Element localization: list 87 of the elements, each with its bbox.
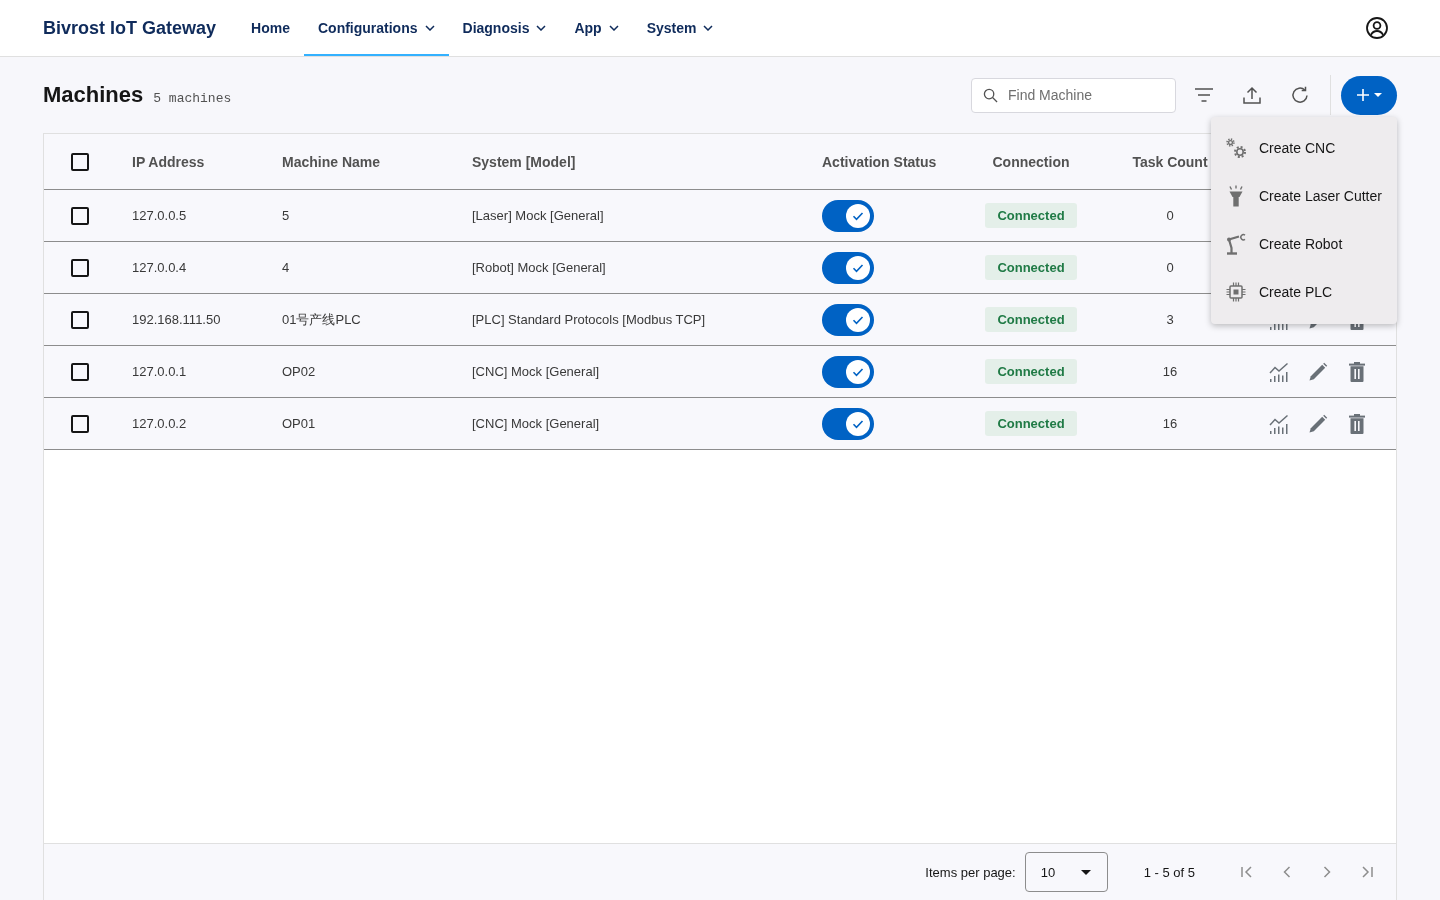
task-count: 16 xyxy=(1162,364,1178,379)
pencil-icon[interactable] xyxy=(1308,413,1328,434)
last-page-icon[interactable] xyxy=(1360,865,1374,879)
task-count: 0 xyxy=(1166,208,1174,223)
activation-toggle[interactable] xyxy=(822,355,874,388)
status-badge: Connected xyxy=(985,203,1077,228)
system-model: [Laser] Mock [General] xyxy=(472,208,604,223)
machine-name: 01号产线PLC xyxy=(282,310,361,329)
nav-tab[interactable]: Diagnosis xyxy=(448,0,561,56)
plus-icon xyxy=(1356,89,1369,101)
add-button[interactable] xyxy=(1341,75,1397,115)
menu-item[interactable]: Create Robot xyxy=(1211,219,1397,268)
nav-tab[interactable]: Configurations xyxy=(303,0,449,56)
trash-icon[interactable] xyxy=(1349,413,1365,434)
search-icon xyxy=(983,87,998,103)
column-header: Connection xyxy=(992,153,1070,170)
check-icon xyxy=(846,307,870,332)
chevron-down-icon xyxy=(608,25,619,31)
chevron-down-icon xyxy=(424,25,435,31)
ip-address: 127.0.0.5 xyxy=(132,208,187,223)
chip-icon xyxy=(1225,280,1247,303)
search-field[interactable]: Find Machine xyxy=(971,77,1176,113)
ip-address: 192.168.111.50 xyxy=(132,312,221,327)
trash-icon[interactable] xyxy=(1349,361,1365,382)
page-title: Machines xyxy=(43,82,144,108)
machine-name: 5 xyxy=(282,208,290,223)
first-page-icon[interactable] xyxy=(1240,865,1254,879)
nav-tab[interactable]: System xyxy=(632,0,728,56)
activation-toggle[interactable] xyxy=(822,251,874,284)
status-badge: Connected xyxy=(985,307,1077,332)
activation-toggle[interactable] xyxy=(822,407,874,440)
column-header: Task Count xyxy=(1132,153,1208,170)
column-header: Machine Name xyxy=(282,153,381,170)
ip-address: 127.0.0.4 xyxy=(132,260,187,275)
filter-icon[interactable] xyxy=(1194,88,1214,102)
robot-arm-icon xyxy=(1225,232,1247,255)
machine-name: OP02 xyxy=(282,364,316,379)
task-count: 16 xyxy=(1162,416,1178,431)
check-icon xyxy=(846,255,870,280)
menu-item[interactable]: Create PLC xyxy=(1211,267,1397,316)
machine-name: 4 xyxy=(282,260,290,275)
system-model: [Robot] Mock [General] xyxy=(472,260,606,275)
row-checkbox[interactable] xyxy=(71,414,89,433)
nav-tab[interactable]: App xyxy=(560,0,633,56)
activation-toggle[interactable] xyxy=(822,199,874,232)
system-model: [CNC] Mock [General] xyxy=(472,364,600,379)
upload-icon[interactable] xyxy=(1243,86,1261,104)
menu-item[interactable]: Create CNC xyxy=(1211,123,1397,172)
ip-address: 127.0.0.2 xyxy=(132,416,187,431)
row-checkbox[interactable] xyxy=(71,206,89,225)
status-badge: Connected xyxy=(985,359,1077,384)
machine-count: 5 machines xyxy=(153,90,232,106)
ip-address: 127.0.0.1 xyxy=(132,364,187,379)
check-icon xyxy=(846,359,870,384)
machine-name: OP01 xyxy=(282,416,316,431)
task-count: 0 xyxy=(1166,260,1174,275)
status-badge: Connected xyxy=(985,411,1077,436)
nav-tab[interactable]: Home xyxy=(237,0,304,56)
column-header: System [Model] xyxy=(472,153,576,170)
menu-item[interactable]: Create Laser Cutter xyxy=(1211,171,1397,220)
row-checkbox[interactable] xyxy=(71,258,89,277)
chevron-down-icon xyxy=(536,25,547,31)
check-icon xyxy=(846,203,870,228)
select-all-checkbox[interactable] xyxy=(71,152,89,171)
check-icon xyxy=(846,411,870,436)
line-chart-icon[interactable] xyxy=(1269,413,1289,434)
page-size-select[interactable]: 10 xyxy=(1024,852,1108,892)
system-model: [PLC] Standard Protocols [Modbus TCP] xyxy=(472,312,706,327)
column-header: IP Address xyxy=(132,153,205,170)
activation-toggle[interactable] xyxy=(822,303,874,336)
status-badge: Connected xyxy=(985,255,1077,280)
user-icon[interactable] xyxy=(1366,17,1388,39)
column-header: Activation Status xyxy=(822,153,937,170)
items-per-page-label: Items per page: xyxy=(925,864,1016,880)
app-title: Bivrost IoT Gateway xyxy=(43,17,217,39)
refresh-icon[interactable] xyxy=(1291,86,1309,104)
chevron-down-icon xyxy=(703,25,714,31)
page-range: 1 - 5 of 5 xyxy=(1143,864,1195,880)
pencil-icon[interactable] xyxy=(1308,361,1328,382)
caret-down-icon xyxy=(1373,93,1382,97)
caret-down-icon xyxy=(1080,869,1091,875)
row-checkbox[interactable] xyxy=(71,310,89,329)
line-chart-icon[interactable] xyxy=(1269,361,1289,382)
gears-icon xyxy=(1225,136,1247,159)
system-model: [CNC] Mock [General] xyxy=(472,416,600,431)
task-count: 3 xyxy=(1166,312,1174,327)
row-checkbox[interactable] xyxy=(71,362,89,381)
